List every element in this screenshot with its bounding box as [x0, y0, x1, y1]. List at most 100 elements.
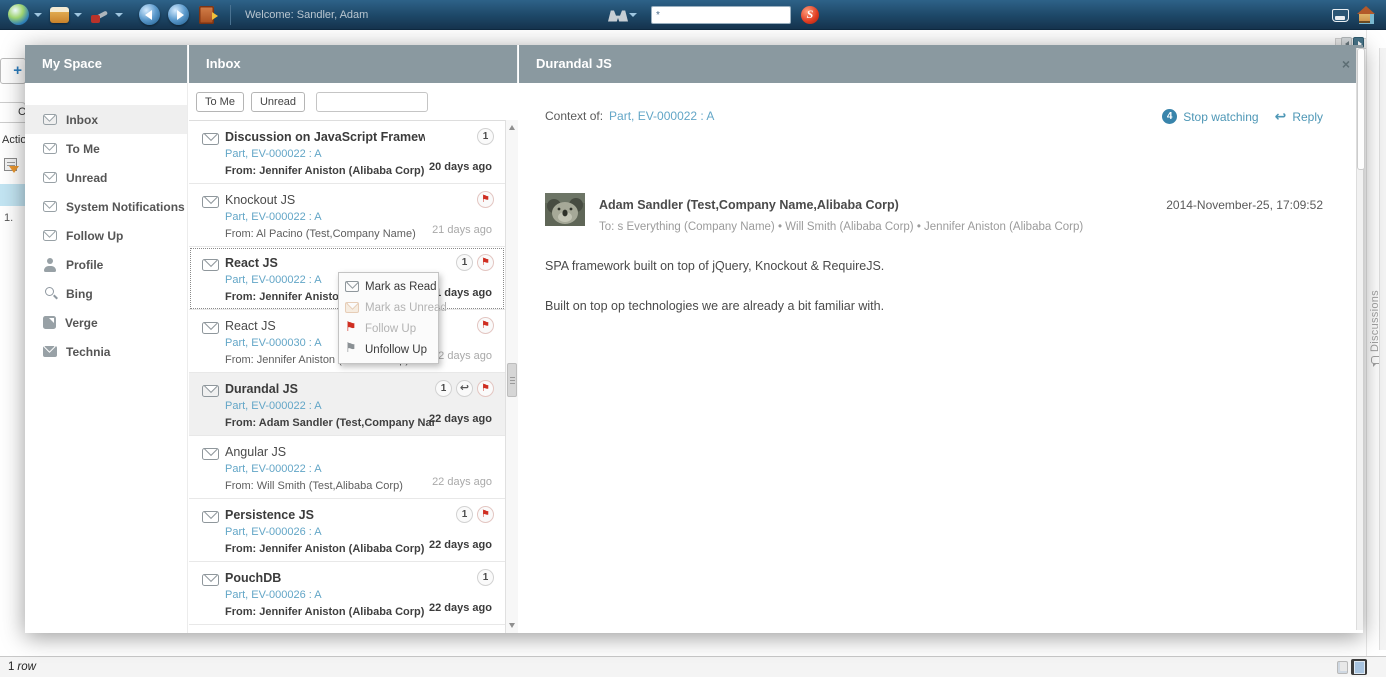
chevron-down-icon[interactable] — [74, 13, 82, 17]
logout-icon[interactable] — [199, 6, 214, 24]
message-age: 22 days ago — [429, 602, 492, 614]
message-context-link[interactable]: Part, EV-000022 : A — [225, 211, 495, 223]
context-menu-item[interactable]: Mark as Unread — [339, 297, 438, 318]
flag-badge-icon — [477, 191, 494, 208]
message-title: Knockout JS — [225, 193, 425, 207]
inbox-search-input[interactable] — [316, 92, 428, 112]
sidebar-header: My Space — [25, 45, 188, 83]
message-from: From: Will Smith (Test,Alibaba Corp) — [225, 480, 435, 492]
actions-hand-icon[interactable] — [50, 7, 69, 23]
inbox-header: Inbox — [189, 45, 518, 83]
sidebar-item[interactable]: Inbox — [25, 105, 187, 134]
flag-badge-icon — [477, 506, 494, 523]
sidebar-item-label: Follow Up — [66, 229, 123, 243]
s-logo-icon[interactable]: S — [801, 6, 819, 24]
sidebar-item-icon — [43, 288, 57, 300]
message-badges: 1 — [435, 380, 494, 397]
inbox-tray-icon[interactable] — [1332, 9, 1349, 22]
stop-watching-link[interactable]: Stop watching — [1183, 110, 1258, 124]
to-me-filter-button[interactable]: To Me — [196, 92, 244, 112]
forward-button[interactable] — [168, 4, 189, 25]
chevron-down-icon[interactable] — [34, 13, 42, 17]
envelope-icon — [202, 448, 219, 460]
message-timestamp: 2014-November-25, 17:09:52 — [1166, 198, 1323, 212]
context-menu-item[interactable]: Follow Up — [339, 318, 438, 339]
message-list-scrollbar[interactable] — [505, 120, 518, 633]
reply-link[interactable]: Reply — [1292, 110, 1323, 124]
message-list-item[interactable]: Durandal JS Part, EV-000022 : A From: Ad… — [189, 373, 505, 436]
message-context-link[interactable]: Part, EV-000026 : A — [225, 589, 495, 601]
add-item-button-fragment[interactable]: + — [0, 58, 26, 84]
quick-search-input[interactable] — [651, 6, 791, 24]
sidebar-item[interactable]: Follow Up — [25, 221, 187, 250]
unread-count-badge: 1 — [477, 569, 494, 586]
message-badges: 1 — [477, 569, 494, 586]
sidebar-item-label: Unread — [66, 171, 107, 185]
unread-count-badge: 1 — [456, 254, 473, 271]
sidebar-item[interactable]: Bing — [25, 279, 187, 308]
scroll-down-icon[interactable] — [509, 623, 515, 628]
context-menu-item-icon — [345, 344, 359, 355]
message-list-item[interactable]: PouchDB Part, EV-000026 : A From: Jennif… — [189, 562, 505, 625]
unread-count-badge: 1 — [477, 128, 494, 145]
watch-count-badge: 4 — [1162, 109, 1177, 124]
flag-badge-icon — [477, 317, 494, 334]
context-menu-item-label: Unfollow Up — [365, 344, 427, 356]
chevron-down-icon[interactable] — [115, 13, 123, 17]
message-title: Durandal JS — [225, 382, 425, 396]
message-list-item[interactable]: Knockout JS Part, EV-000022 : A From: Al… — [189, 184, 505, 247]
sidebar-item[interactable]: Technia — [25, 337, 187, 366]
message-age: 22 days ago — [429, 413, 492, 425]
sidebar-item[interactable]: Verge — [25, 308, 187, 337]
sidebar-item-icon — [43, 172, 57, 183]
sidebar-item[interactable]: System Notifications — [25, 192, 187, 221]
sidebar-item-icon — [43, 114, 57, 125]
row-count-text: 1row — [8, 661, 36, 673]
message-list-item[interactable]: Persistence JS Part, EV-000026 : A From:… — [189, 499, 505, 562]
welcome-text: Welcome: Sandler, Adam — [245, 9, 368, 21]
message-recipients: To: s Everything (Company Name) • Will S… — [599, 221, 1083, 233]
message-list-item[interactable]: Discussion on JavaScript Frameworks Part… — [189, 121, 505, 184]
sidebar-item[interactable]: To Me — [25, 134, 187, 163]
detail-scrollbar[interactable] — [1356, 48, 1363, 630]
context-menu-item[interactable]: Unfollow Up — [339, 339, 438, 360]
message-context-link[interactable]: Part, EV-000026 : A — [225, 526, 495, 538]
sidebar-item-label: Profile — [66, 258, 103, 272]
toolbar-divider — [230, 5, 231, 25]
layout-toggle-active-icon[interactable] — [1351, 659, 1367, 675]
scrollbar-thumb[interactable] — [507, 363, 517, 397]
message-list-item[interactable]: Angular JS Part, EV-000022 : A From: Wil… — [189, 436, 505, 499]
home-icon[interactable] — [1357, 8, 1376, 24]
sidebar-item[interactable]: Unread — [25, 163, 187, 192]
inbox-filter-row: To Me Unread — [189, 83, 518, 120]
message-context-link[interactable]: Part, EV-000022 : A — [225, 148, 495, 160]
sidebar-item[interactable]: Profile — [25, 250, 187, 279]
message-context-link[interactable]: Part, EV-000022 : A — [225, 463, 495, 475]
message-context-link[interactable]: Part, EV-000022 : A — [225, 400, 495, 412]
detail-header: Durandal JS × — [519, 45, 1363, 83]
status-bar: 1row — [0, 656, 1386, 677]
page-vertical-scrollbar[interactable] — [1379, 48, 1386, 650]
message-age: 22 days ago — [432, 476, 492, 488]
myspace-dialog: My Space Inbox Durandal JS × Inbox To Me… — [25, 45, 1363, 633]
layout-toggle-icon[interactable] — [1337, 661, 1348, 674]
tools-icon[interactable] — [90, 6, 110, 24]
search-binoculars-icon[interactable] — [608, 9, 628, 22]
context-of-link[interactable]: Part, EV-000022 : A — [609, 109, 714, 123]
context-menu-item[interactable]: Mark as Read — [339, 276, 438, 297]
sidebar-item-label: To Me — [66, 142, 100, 156]
close-icon[interactable]: × — [1342, 45, 1350, 83]
message-title: Persistence JS — [225, 508, 425, 522]
message-age: 21 days ago — [432, 224, 492, 236]
filter-icon[interactable] — [4, 158, 17, 171]
message-badges: 1 — [456, 506, 494, 523]
scroll-up-icon[interactable] — [509, 125, 515, 130]
envelope-icon — [202, 385, 219, 397]
sidebar-item-label: Inbox — [66, 113, 98, 127]
unread-filter-button[interactable]: Unread — [251, 92, 305, 112]
app-globe-icon[interactable] — [8, 4, 29, 25]
message-from: From: Jennifer Aniston (Alibaba Corp) — [225, 165, 435, 177]
back-button[interactable] — [139, 4, 160, 25]
chevron-down-icon[interactable] — [629, 13, 637, 17]
message-body: SPA framework built on top of jQuery, Kn… — [545, 258, 1303, 315]
